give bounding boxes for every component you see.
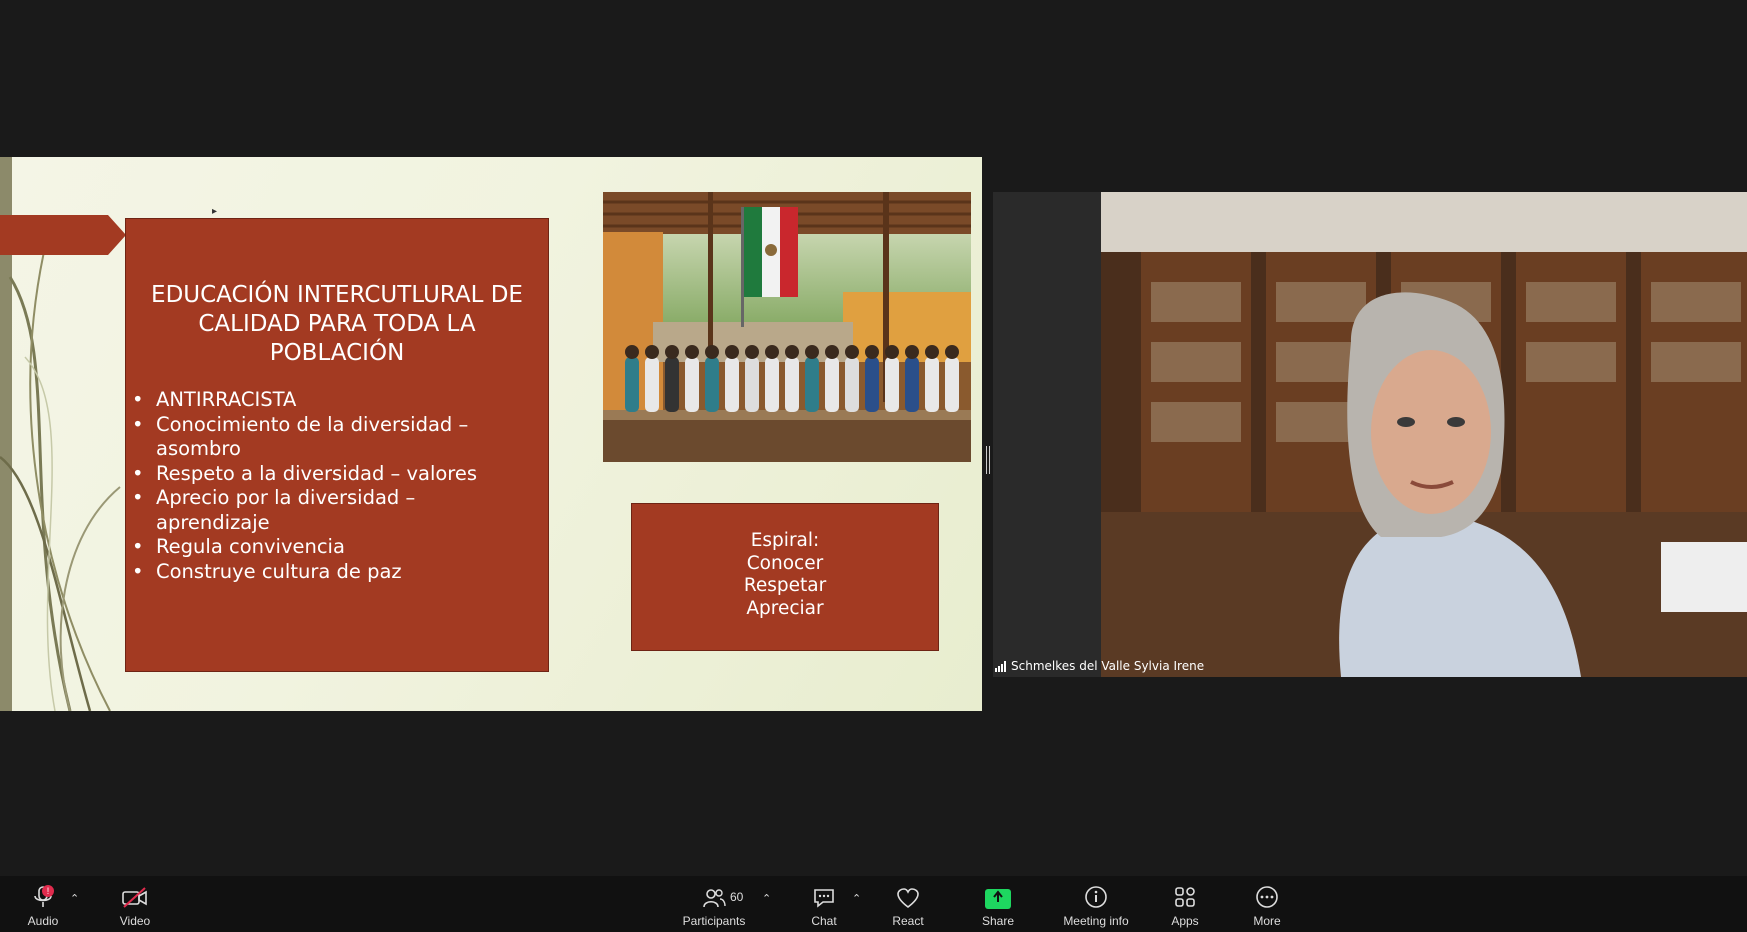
- meeting-toolbar: Audio ! ⌃ Video Participants 60 ⌃ Chat ⌃: [0, 876, 1747, 932]
- apps-button[interactable]: Apps: [1165, 876, 1205, 932]
- participants-button[interactable]: Participants: [680, 876, 748, 932]
- view-splitter-handle[interactable]: [986, 446, 990, 474]
- spiral-step: Conocer: [746, 552, 824, 574]
- participants-options-caret-icon[interactable]: ⌃: [762, 892, 771, 905]
- react-label: React: [892, 914, 924, 928]
- slide-title-box: EDUCACIÓN INTERCUTLURAL DE CALIDAD PARA …: [125, 218, 549, 672]
- slide-bullet: • Conocimiento de la diversidad – asombro: [132, 412, 469, 461]
- heart-icon: [897, 888, 919, 909]
- signal-strength-icon: [995, 660, 1006, 672]
- more-options-icon: [1256, 886, 1278, 908]
- participant-camera-feed: [1101, 192, 1747, 677]
- slide-bullet: • Regula convivencia: [132, 535, 345, 558]
- audio-warning-badge: !: [42, 885, 54, 897]
- participants-label: Participants: [682, 914, 746, 928]
- share-screen-icon: [985, 889, 1011, 909]
- more-button[interactable]: More: [1247, 876, 1287, 932]
- participants-icon: [703, 889, 726, 908]
- react-button[interactable]: React: [888, 876, 928, 932]
- slide-arrow-tab: [0, 215, 126, 255]
- meeting-info-label: Meeting info: [1063, 914, 1129, 928]
- chat-options-caret-icon[interactable]: ⌃: [852, 892, 861, 905]
- video-label: Video: [119, 914, 151, 928]
- meeting-info-button[interactable]: Meeting info: [1060, 876, 1132, 932]
- mouse-cursor-icon: ▸: [212, 206, 218, 217]
- video-button[interactable]: Video: [112, 876, 158, 932]
- chat-icon: [814, 889, 834, 908]
- slide-bullet: • ANTIRRACISTA: [132, 388, 297, 411]
- slide-bullet-list: • ANTIRRACISTA • Conocimiento de la divers…: [126, 388, 548, 584]
- slide-bullet: • Aprecio por la diversidad – aprendizaje: [132, 486, 416, 534]
- spiral-step: Apreciar: [746, 597, 824, 619]
- participant-name: Schmelkes del Valle Sylvia Irene: [1011, 659, 1205, 673]
- slide-heading: EDUCACIÓN INTERCUTLURAL DE CALIDAD PARA …: [151, 282, 523, 366]
- share-label: Share: [981, 914, 1015, 928]
- audio-button[interactable]: Audio: [20, 876, 66, 932]
- spiral-label: Espiral:: [750, 530, 820, 551]
- slide-bullet: • Construye cultura de paz: [132, 559, 402, 583]
- classroom-flag-photo: [603, 192, 971, 462]
- spiral-box: Espiral: Conocer Respetar Apreciar: [631, 503, 939, 651]
- participant-name-tag: Schmelkes del Valle Sylvia Irene: [995, 659, 1204, 673]
- participants-count: 60: [730, 890, 744, 904]
- audio-label: Audio: [27, 914, 59, 928]
- shared-screen-slide: EDUCACIÓN INTERCUTLURAL DE CALIDAD PARA …: [0, 157, 982, 711]
- slide-bullet: • Respeto a la diversidad – valores: [132, 461, 478, 485]
- video-camera-off-icon: [122, 887, 147, 908]
- apps-label: Apps: [1171, 914, 1199, 928]
- info-icon: [1085, 886, 1107, 908]
- participant-video-tile[interactable]: [993, 192, 1747, 677]
- chat-label: Chat: [811, 914, 837, 928]
- apps-icon: [1175, 887, 1195, 907]
- audio-options-caret-icon[interactable]: ⌃: [70, 892, 79, 905]
- chat-button[interactable]: Chat: [804, 876, 844, 932]
- spiral-step: Respetar: [743, 575, 827, 596]
- more-label: More: [1253, 914, 1281, 928]
- share-button[interactable]: Share: [978, 876, 1018, 932]
